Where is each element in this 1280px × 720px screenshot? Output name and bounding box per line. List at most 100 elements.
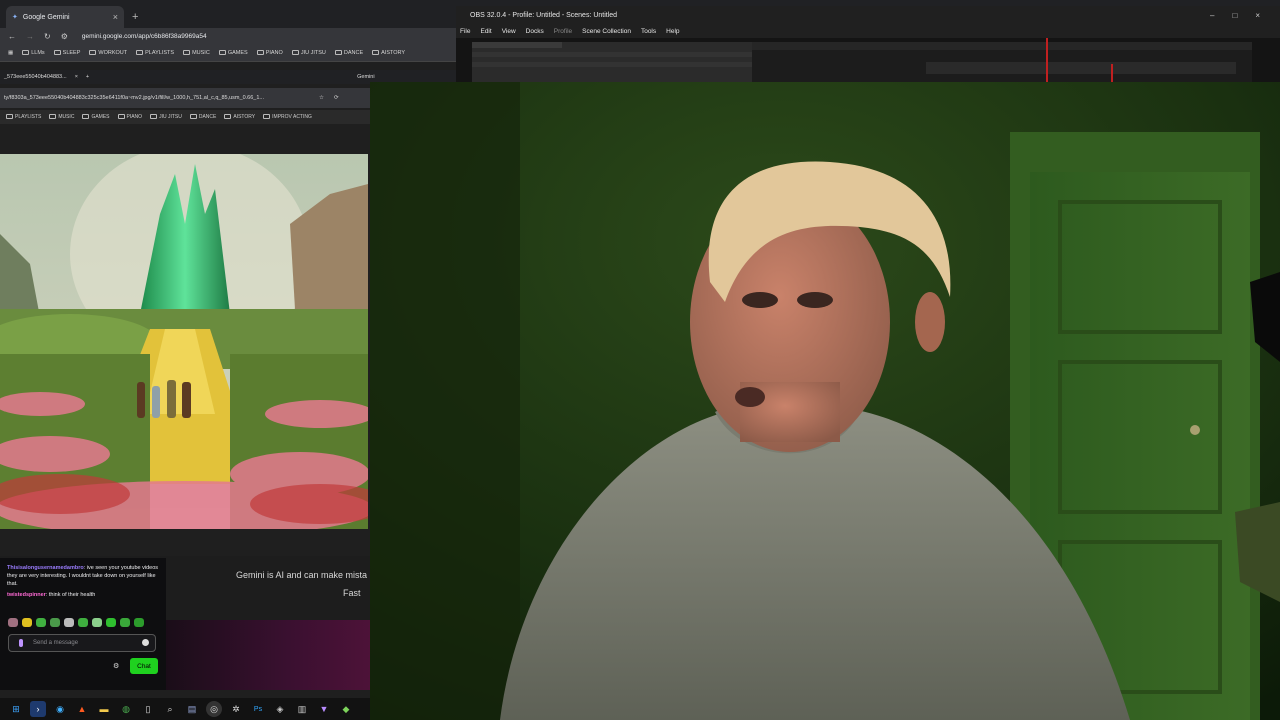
file-icon[interactable]: ▯ <box>140 701 156 717</box>
address-bar: ← → ↻ ⚙ gemini.google.com/app/c6b86f38a9… <box>0 28 456 44</box>
main-bookmark[interactable]: LLMs <box>22 49 45 56</box>
chat-username[interactable]: twistedspinner <box>7 592 46 598</box>
webcam-feed <box>370 82 1280 720</box>
reload-icon[interactable]: ↻ <box>44 32 51 41</box>
obs-icon[interactable]: ◎ <box>206 701 222 717</box>
forward-icon[interactable]: → <box>26 32 34 41</box>
folder-icon <box>136 49 144 55</box>
emote-icon[interactable] <box>106 618 116 627</box>
folder-icon <box>256 49 264 55</box>
main-bookmark-label: MUSIC <box>192 49 210 56</box>
main-bookmark-label: SLEEP <box>62 49 81 56</box>
inner-bookmark[interactable]: JIU JITSU <box>150 114 182 120</box>
inner-bookmark[interactable]: MUSIC <box>49 114 74 120</box>
main-bookmark[interactable]: WORKOUT <box>89 50 127 56</box>
chat-settings-icon[interactable]: ⚙ <box>113 662 119 670</box>
inner-bookmark-label: GAMES <box>91 114 110 120</box>
search-icon[interactable]: ⌕ <box>162 701 178 717</box>
menu-file[interactable]: File <box>460 28 470 35</box>
inner-bookmark[interactable]: IMPROV ACTING <box>263 114 312 120</box>
main-bookmark[interactable]: GAMES <box>218 49 248 56</box>
calculator-icon[interactable]: ▤ <box>184 701 200 717</box>
emote-icon[interactable] <box>64 618 74 627</box>
mic-icon[interactable] <box>19 639 23 647</box>
main-bookmark[interactable]: SLEEP <box>53 49 81 56</box>
edge-icon[interactable]: ◉ <box>52 701 68 717</box>
vscode-icon[interactable]: › <box>30 701 46 717</box>
inner-tab-gemini[interactable]: Gemini <box>357 74 374 80</box>
close-tab-icon[interactable]: × <box>113 12 118 22</box>
window-controls: – □ × <box>1210 11 1280 20</box>
inner-new-tab-button[interactable]: + <box>86 74 89 80</box>
maximize-icon[interactable]: □ <box>1232 11 1237 20</box>
inner-bookmark[interactable]: PIANO <box>117 114 142 120</box>
menu-profile[interactable]: Profile <box>554 28 572 35</box>
extension-icon[interactable]: ⟳ <box>334 95 339 101</box>
emote-icon[interactable] <box>8 618 18 627</box>
main-bookmark[interactable]: PLAYLISTS <box>136 50 174 56</box>
main-bookmark[interactable]: JIU JITSU <box>291 49 326 56</box>
minimize-icon[interactable]: – <box>1210 11 1214 20</box>
inner-url-field[interactable]: ty/f8303a_573eee55040b404883c325c35e6411… <box>4 95 309 101</box>
main-bookmark[interactable]: MUSIC <box>183 50 210 56</box>
windows-icon[interactable]: ⊞ <box>8 701 24 717</box>
android-icon[interactable]: ◆ <box>338 701 354 717</box>
main-bookmark-label: GAMES <box>227 49 248 56</box>
emote-icon[interactable] <box>120 618 130 627</box>
menu-tools[interactable]: Tools <box>641 28 656 35</box>
app-icon[interactable]: ◈ <box>272 701 288 717</box>
url-field[interactable]: gemini.google.com/app/c6b86f38a9969a54 <box>82 33 207 40</box>
folder-icon <box>22 49 30 55</box>
settings-icon[interactable]: ✲ <box>228 701 244 717</box>
chat-username[interactable]: Thisisalongusernamedambro <box>7 565 84 571</box>
chrome-icon[interactable]: ◍ <box>118 701 134 717</box>
main-bookmark[interactable]: PIANO <box>256 49 283 56</box>
back-icon[interactable]: ← <box>8 32 16 41</box>
main-bookmark-label: LLMs <box>31 49 45 56</box>
chat-input[interactable]: Send a message <box>8 634 156 652</box>
model-selector[interactable]: Fast <box>343 588 361 598</box>
gemini-icon: ✦ <box>12 14 18 21</box>
menu-view[interactable]: View <box>502 28 516 35</box>
new-tab-button[interactable]: + <box>132 6 138 28</box>
vpn-icon[interactable]: ▼ <box>316 701 332 717</box>
inner-bookmark[interactable]: AISTORY <box>224 114 255 120</box>
emote-icon[interactable] <box>36 618 46 627</box>
folder-icon <box>49 114 57 120</box>
emote-icon[interactable] <box>22 618 32 627</box>
inner-bookmark[interactable]: DANCE <box>189 114 216 120</box>
emote-icon[interactable] <box>78 618 88 627</box>
inner-bookmark[interactable]: GAMES <box>82 114 110 120</box>
folder-icon <box>218 49 226 55</box>
inner-close-tab-icon[interactable]: × <box>75 74 78 80</box>
apps-icon[interactable]: ▦ <box>8 50 13 56</box>
explorer-icon[interactable]: ▬ <box>96 701 112 717</box>
inner-bookmark-label: MUSIC <box>58 114 75 120</box>
chat-send-button[interactable]: Chat <box>130 658 158 674</box>
folder-icon <box>89 49 97 55</box>
close-icon[interactable]: × <box>1255 11 1260 20</box>
menu-edit[interactable]: Edit <box>480 28 491 35</box>
menu-help[interactable]: Help <box>666 28 679 35</box>
main-bookmark[interactable]: DANCE <box>334 50 363 56</box>
emote-icon[interactable] <box>50 618 60 627</box>
app2-icon[interactable]: ▥ <box>294 701 310 717</box>
emerald-city-image <box>0 154 368 529</box>
main-bookmark[interactable]: AISTORY <box>372 50 405 56</box>
emoji-icon[interactable] <box>142 639 149 646</box>
emote-icon[interactable] <box>92 618 102 627</box>
emote-icon[interactable] <box>134 618 144 627</box>
site-info-icon[interactable]: ⚙ <box>61 32 68 41</box>
folder-icon <box>263 114 271 120</box>
main-bookmark-label: JIU JITSU <box>300 49 326 56</box>
photoshop-icon[interactable]: Ps <box>250 701 266 717</box>
menu-docks[interactable]: Docks <box>526 28 544 35</box>
menu-scene-collection[interactable]: Scene Collection <box>582 28 631 35</box>
inner-bookmarks-bar: PLAYLISTS MUSIC GAMES PIANO JIU JITSU DANCE AI… <box>0 110 370 124</box>
taskbar: ⊞ › ◉ ▲ ▬ ◍ ▯ ⌕ ▤ ◎ ✲ Ps ◈ ▥ ▼ ◆ <box>0 698 370 720</box>
brave-icon[interactable]: ▲ <box>74 701 90 717</box>
inner-bookmark[interactable]: PLAYLISTS <box>6 114 41 120</box>
browser-tab-gemini[interactable]: ✦ Google Gemini × <box>6 6 124 28</box>
inner-tab-title[interactable]: _573eee55040b404883... <box>4 74 67 80</box>
star-icon[interactable]: ☆ <box>319 95 324 101</box>
